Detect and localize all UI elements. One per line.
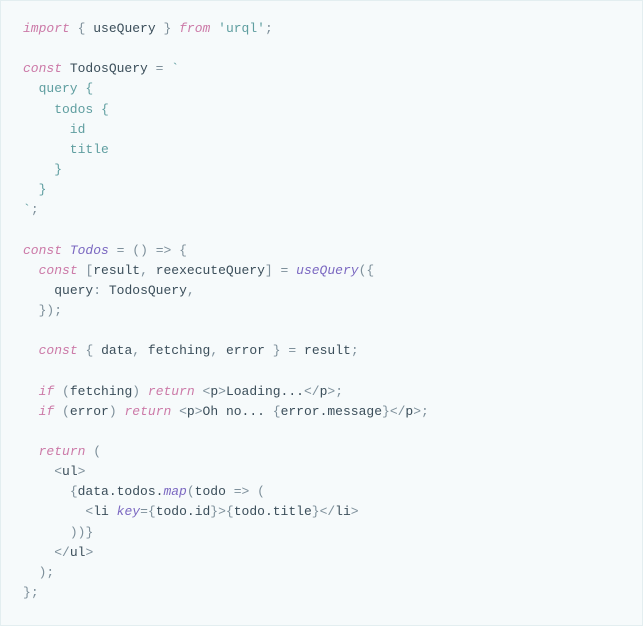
code-line: </ul> (23, 545, 93, 560)
code-line: `; (23, 202, 39, 217)
kw-const: const (39, 343, 78, 358)
code-line: return ( (23, 444, 101, 459)
kw-const: const (23, 243, 62, 258)
code-line: const TodosQuery = ` (23, 61, 179, 76)
kw-return: return (124, 404, 171, 419)
code-line: <li key={todo.id}>{todo.title}</li> (23, 504, 359, 519)
code-line: if (fetching) return <p>Loading...</p>; (23, 384, 343, 399)
code-line: {data.todos.map(todo => ( (23, 484, 265, 499)
code-line: query { (23, 81, 93, 96)
code-line: if (error) return <p>Oh no... {error.mes… (23, 404, 429, 419)
kw-return: return (39, 444, 86, 459)
code-line: ); (23, 565, 54, 580)
code-line: }); (23, 303, 62, 318)
code-line: }; (23, 585, 39, 600)
code-line: query: TodosQuery, (23, 283, 195, 298)
kw-return: return (148, 384, 195, 399)
code-line: } (23, 162, 62, 177)
kw-const: const (23, 61, 62, 76)
kw-if: if (39, 404, 55, 419)
code-line: todos { (23, 102, 109, 117)
code-line: import { useQuery } from 'urql'; (23, 21, 273, 36)
code-line: ))} (23, 525, 93, 540)
code-line: const { data, fetching, error } = result… (23, 343, 359, 358)
code-line: const Todos = () => { (23, 243, 187, 258)
kw-import: import (23, 21, 70, 36)
code-line: id (23, 122, 85, 137)
code-line: <ul> (23, 464, 85, 479)
kw-from: from (179, 21, 210, 36)
kw-const: const (39, 263, 78, 278)
code-line: title (23, 142, 109, 157)
code-line: const [result, reexecuteQuery] = useQuer… (23, 263, 374, 278)
code-block: import { useQuery } from 'urql'; const T… (0, 0, 643, 626)
code-line: } (23, 182, 46, 197)
kw-if: if (39, 384, 55, 399)
